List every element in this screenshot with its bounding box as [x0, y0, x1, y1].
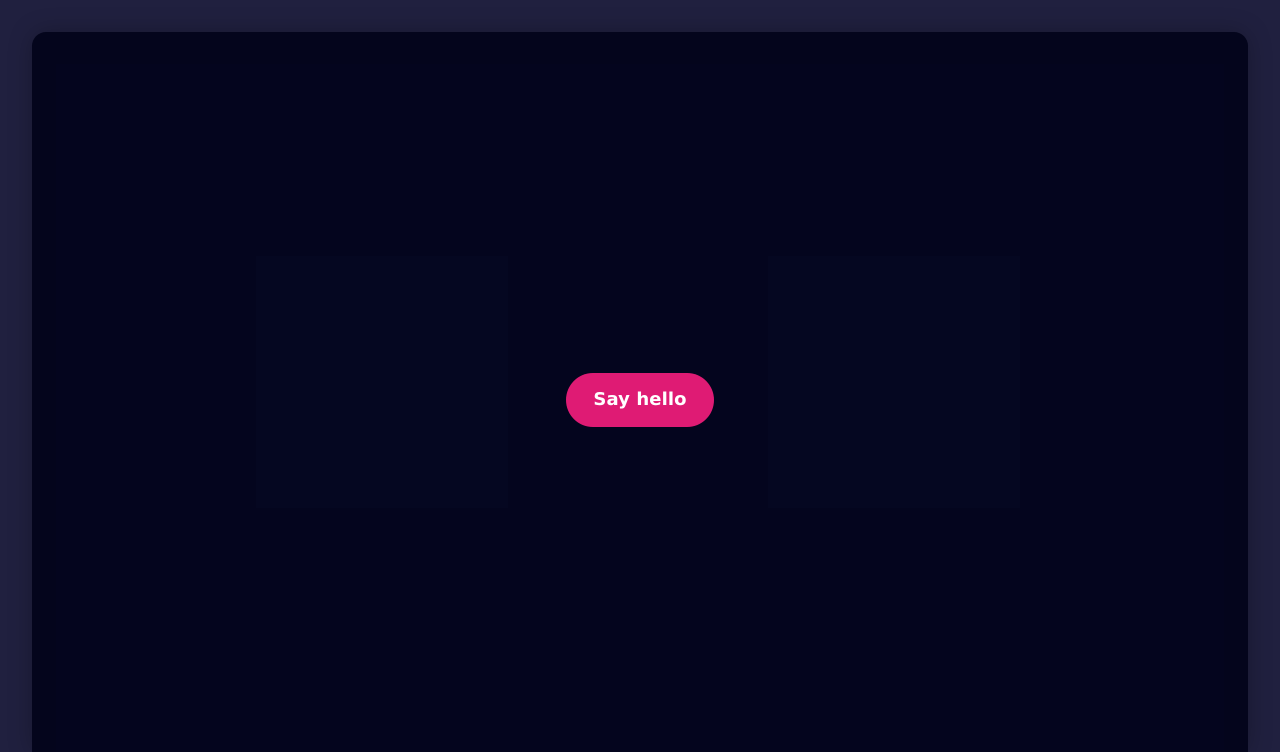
main-frame: Say hello: [32, 32, 1248, 752]
left-panel: [256, 256, 508, 508]
say-hello-button[interactable]: Say hello: [566, 373, 714, 427]
right-panel: [768, 256, 1020, 508]
